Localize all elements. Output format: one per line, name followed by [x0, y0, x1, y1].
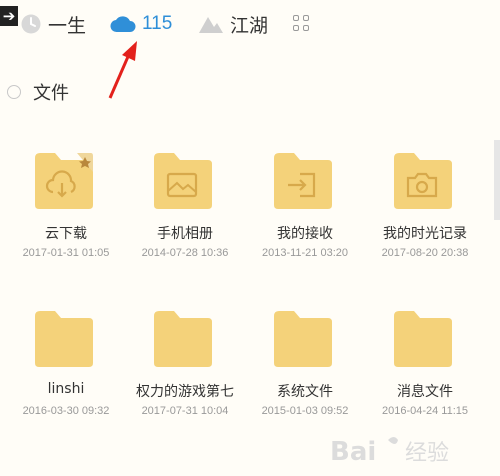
nav-item-label: 一生 — [48, 14, 87, 37]
folder-name: 权力的游戏第七 — [136, 384, 234, 400]
folder-icon — [274, 311, 332, 367]
nav-item-yisheng[interactable]: 一生 — [20, 10, 86, 38]
inbox-folder-icon — [274, 153, 332, 209]
folder-name: 系统文件 — [277, 384, 333, 400]
image-folder-icon — [154, 153, 212, 209]
folder-item[interactable]: 系统文件 2015-01-03 09:52 — [246, 308, 364, 438]
mountain-icon — [199, 17, 223, 33]
folder-date: 2016-03-30 09:32 — [22, 405, 110, 417]
folder-icon — [394, 311, 452, 367]
folder-item[interactable]: 我的接收 2013-11-21 03:20 — [246, 150, 364, 280]
folder-icon — [154, 311, 212, 367]
folder-item[interactable]: 我的时光记录 2017-08-20 20:38 — [366, 150, 484, 280]
folder-name: 云下载 — [45, 226, 87, 242]
nav-item-115[interactable]: 115 — [110, 10, 172, 38]
select-all-radio[interactable] — [7, 85, 21, 99]
cloud-icon — [110, 16, 136, 33]
nav-item-jianghu[interactable]: 江湖 — [198, 10, 268, 38]
folder-item[interactable]: 手机相册 2014-07-28 10:36 — [126, 150, 244, 280]
folder-item[interactable]: 云下载 2017-01-31 01:05 — [7, 150, 125, 280]
folder-date: 2017-08-20 20:38 — [381, 247, 469, 259]
nav-item-label: 115 — [142, 13, 173, 34]
folder-date: 2016-04-24 11:15 — [381, 405, 469, 417]
folder-date: 2017-01-31 01:05 — [22, 247, 110, 259]
section-title: 文件 — [33, 83, 69, 104]
folder-item[interactable]: 消息文件 2016-04-24 11:15 — [366, 308, 484, 438]
folder-date: 2013-11-21 03:20 — [261, 247, 349, 259]
baidu-jingyan-watermark: Bai 经验 — [330, 437, 449, 467]
top-navigation: ➔ 一生 115 江湖 — [0, 0, 500, 52]
scrollbar[interactable] — [494, 140, 500, 220]
folder-date: 2015-01-03 09:52 — [261, 405, 349, 417]
folder-date: 2014-07-28 10:36 — [141, 247, 229, 259]
folder-item[interactable]: 权力的游戏第七 2017-07-31 10:04 — [126, 308, 244, 438]
back-arrow-icon[interactable]: ➔ — [0, 6, 18, 26]
camera-folder-icon — [394, 153, 452, 209]
svg-text:Bai: Bai — [330, 437, 376, 467]
folder-name: 我的接收 — [277, 226, 333, 242]
red-annotation-arrow — [108, 41, 137, 99]
clock-icon — [21, 14, 41, 34]
folder-name: 手机相册 — [157, 226, 213, 242]
grid-icon[interactable] — [293, 15, 311, 33]
folder-name: 我的时光记录 — [383, 226, 467, 242]
nav-item-label: 江湖 — [230, 14, 269, 37]
cloud-download-folder-icon — [35, 153, 93, 209]
folder-name: 消息文件 — [397, 384, 453, 400]
file-section-header: 文件 — [7, 80, 69, 104]
folder-icon — [35, 311, 93, 367]
folder-date: 2017-07-31 10:04 — [141, 405, 229, 417]
folder-name: linshi — [47, 381, 85, 397]
folder-item[interactable]: linshi 2016-03-30 09:32 — [7, 308, 125, 438]
svg-text:经验: 经验 — [405, 441, 449, 466]
